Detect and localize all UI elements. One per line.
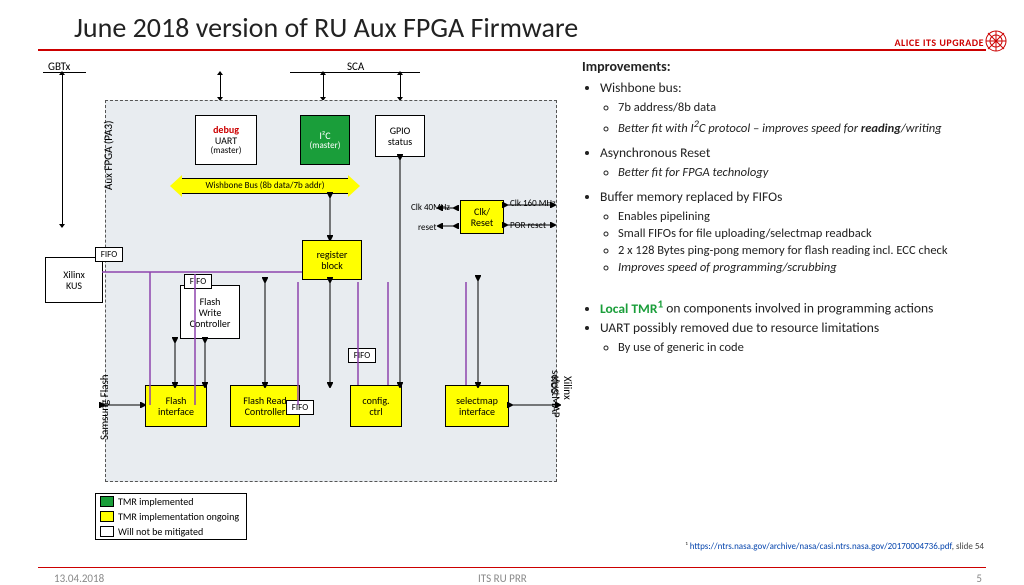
diagram-area: GBTx SCA Aux FPGA (PA3) debug UART (mast… [40,60,570,510]
fifo-1: FIFO [95,247,123,262]
page-title: June 2018 version of RU Aux FPGA Firmwar… [74,10,578,45]
i2c-box: I²C (master) [300,115,350,165]
fifo-2: FIFO [184,274,212,289]
title-underline [38,49,986,51]
footer-page: 5 [976,572,982,585]
reset-label: reset [418,222,436,233]
footer: 13.04.2018 ITS RU PRR 5 [38,567,986,568]
flash-write-ctrl: Flash Write Controller [180,285,240,339]
gpio-box: GPIO status [375,115,425,157]
fifo-4: FIFO [286,400,314,415]
clk40-label: Clk 40MHz [411,202,450,213]
selectmap-interface: selectmap interface [445,385,509,427]
clk-reset-box: Clk/ Reset [460,200,504,234]
legend: TMR implemented TMR implementation ongoi… [95,493,247,540]
improvements-panel: Improvements: Wishbone bus: 7b address/8… [582,58,992,363]
citation: ¹ https://ntrs.nasa.gov/archive/nasa/cas… [685,541,984,552]
footer-date: 13.04.2018 [54,572,104,585]
clk160-label: Clk 160 MHz [510,198,556,209]
flash-interface: Flash interface [145,385,207,427]
wishbone-bus: Wishbone Bus (8b data/7b addr) [180,178,350,194]
improvements-heading: Improvements: [582,58,992,75]
uart-box: debug UART (master) [195,115,257,165]
brand-text: ALICE ITS UPGRADE [894,36,984,49]
samsung-flash-label: Samsung Flash [98,374,111,440]
citation-link[interactable]: https://ntrs.nasa.gov/archive/nasa/casi.… [690,541,952,552]
footer-center: ITS RU PRR [478,572,527,585]
fifo-3: FIFO [348,348,376,363]
xilinx-kus-box: Xilinx KUS [45,257,103,303]
aux-fpga-label: Aux FPGA (PA3) [102,121,115,190]
register-block: register block [302,240,362,280]
por-label: POR reset [510,220,546,231]
config-ctrl: config. ctrl [350,385,402,427]
alice-logo-icon [985,30,1007,57]
xilinx-kus-label: Xilinx KUS [548,376,574,400]
